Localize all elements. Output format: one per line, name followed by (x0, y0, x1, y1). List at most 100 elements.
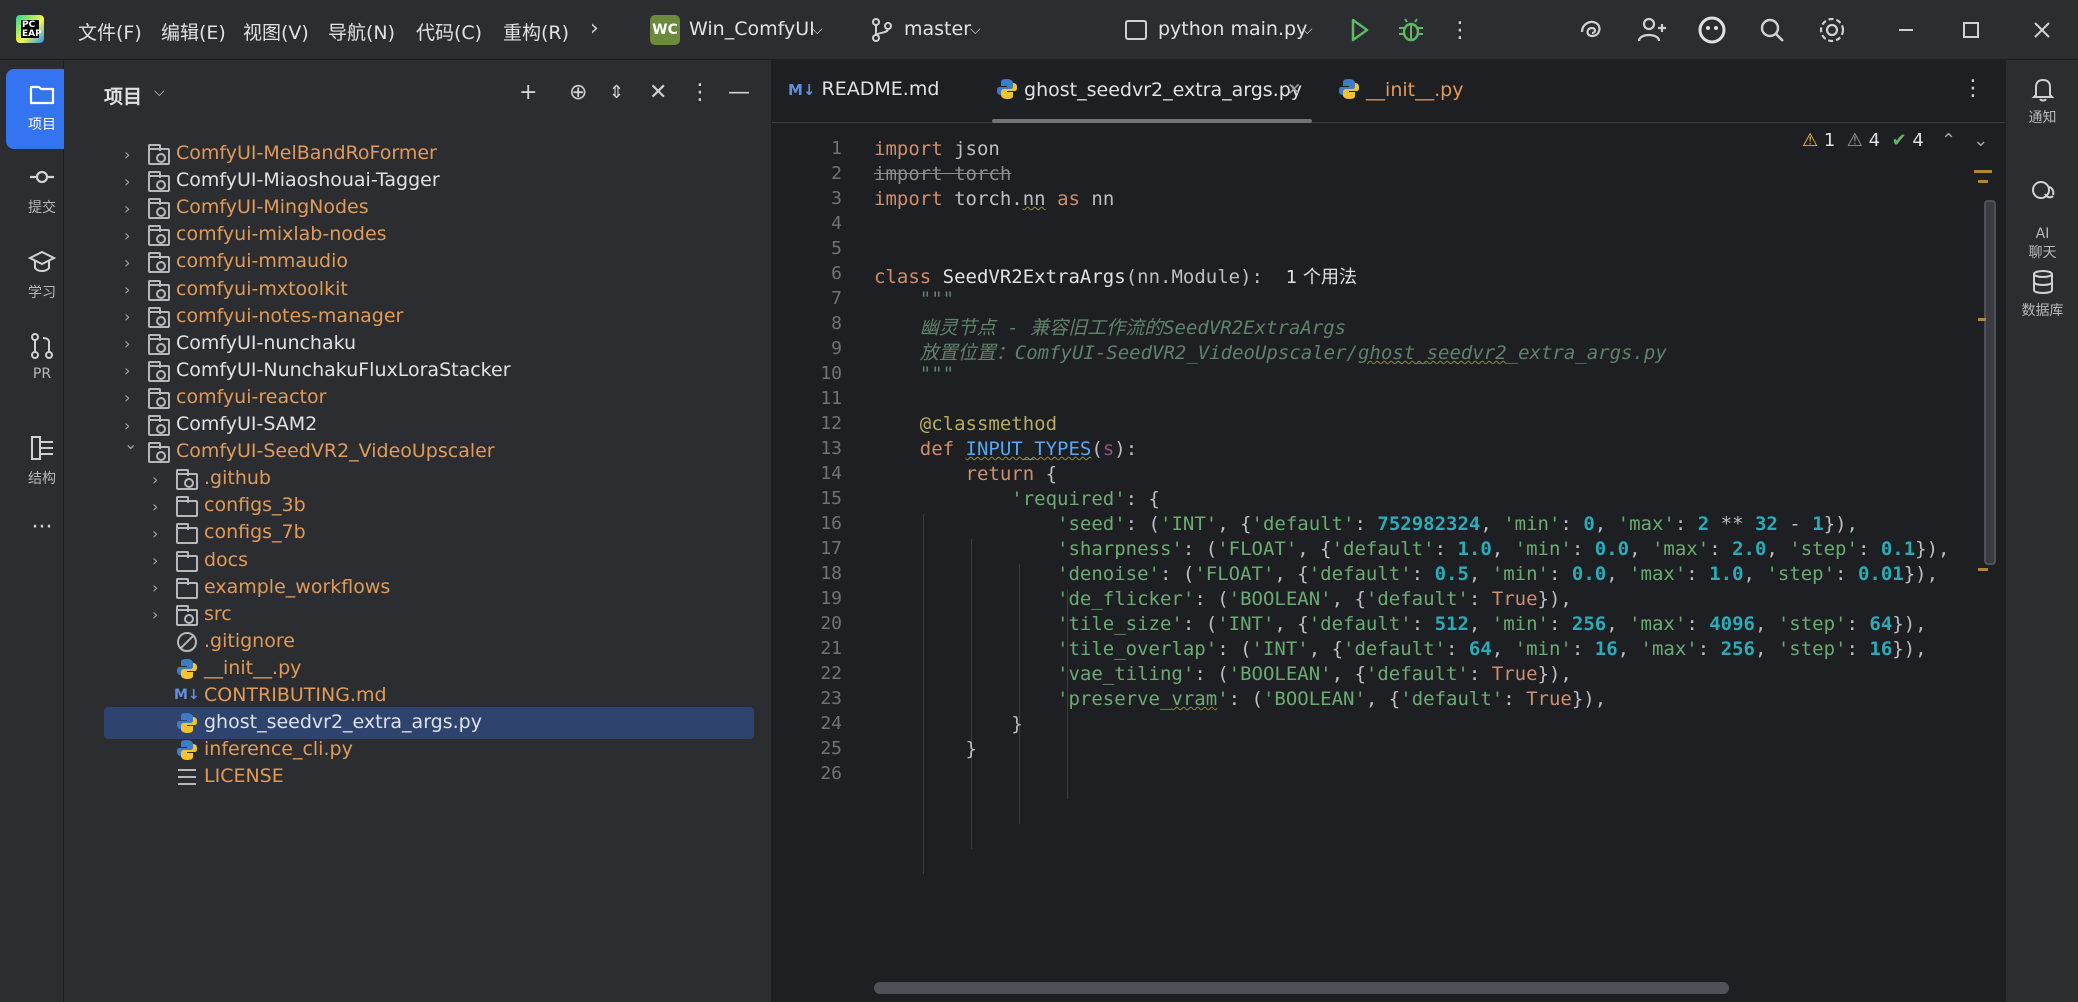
code-line-13: def INPUT_TYPES(s): (919, 438, 1138, 460)
menu-view[interactable]: 视图(V) (243, 18, 309, 45)
warning-marker[interactable] (1974, 170, 1992, 173)
ai-chat-icon (2031, 181, 2054, 199)
close-icon[interactable] (2026, 14, 2058, 46)
chevron-down-icon[interactable]: ⌄ (124, 434, 137, 453)
usage-hint[interactable]: 1 个用法 (1286, 267, 1357, 288)
hide-panel-icon[interactable]: — (728, 80, 750, 105)
more-menus-chevron-icon[interactable]: › (590, 16, 599, 41)
line-number: 20 (820, 613, 842, 634)
tree-item-label: src (204, 602, 232, 625)
code-with-me-icon[interactable] (1576, 14, 1608, 46)
warning-marker[interactable] (1978, 568, 1988, 571)
chevron-down-icon[interactable]: ⌵ (1302, 22, 1313, 38)
chevron-right-icon[interactable]: › (124, 253, 130, 272)
tab-init[interactable]: __init__.py (1338, 78, 1463, 101)
chevron-right-icon[interactable]: › (124, 334, 130, 353)
chevron-right-icon[interactable]: › (124, 416, 130, 435)
chevron-right-icon[interactable]: › (124, 199, 130, 218)
line-number: 7 (831, 288, 842, 309)
more-vertical-icon[interactable]: ⋮ (689, 80, 711, 105)
code-line-15: 'required': { (1011, 488, 1160, 510)
minimize-icon[interactable] (1890, 14, 1922, 46)
menu-file[interactable]: 文件(F) (78, 18, 142, 45)
more-vertical-icon[interactable]: ⋮ (1962, 76, 1984, 101)
folder-icon (176, 496, 198, 518)
horizontal-scrollbar[interactable] (874, 982, 1729, 994)
menu-edit[interactable]: 编辑(E) (161, 18, 226, 45)
chevron-down-icon[interactable]: ⌵ (970, 22, 981, 38)
tab-readme-label: README.md (821, 78, 940, 100)
folder-icon (176, 523, 198, 545)
chevron-right-icon[interactable]: › (124, 280, 130, 299)
warning-marker[interactable] (1978, 180, 1988, 183)
tool-ai-chat[interactable]: AI 聊天 (2006, 162, 2078, 262)
branch-name[interactable]: master (904, 18, 971, 40)
maximize-icon[interactable] (1955, 14, 1987, 46)
branch-icon[interactable] (870, 17, 894, 43)
project-badge[interactable]: WC (650, 15, 680, 45)
chevron-right-icon[interactable]: › (152, 578, 158, 597)
run-icon[interactable] (1343, 14, 1375, 46)
chevron-right-icon[interactable]: › (152, 524, 158, 543)
pycharm-logo-icon[interactable]: PC EAP (16, 15, 44, 43)
chevron-right-icon[interactable]: › (124, 145, 130, 164)
tool-database[interactable]: 数据库 (2006, 268, 2078, 320)
line-number: 3 (831, 188, 842, 209)
code-area[interactable]: import json import torch import torch.nn… (874, 124, 1994, 1002)
chevron-right-icon[interactable]: › (152, 497, 158, 516)
code-line-24: } (874, 713, 1023, 735)
chevron-right-icon[interactable]: › (124, 388, 130, 407)
run-config-name[interactable]: python main.py (1158, 18, 1307, 40)
tool-notifications[interactable]: 通知 (2006, 75, 2078, 127)
warning-marker[interactable] (1978, 318, 1986, 321)
search-icon[interactable] (1756, 14, 1788, 46)
tool-notifications-label: 通知 (2028, 110, 2057, 126)
project-name[interactable]: Win_ComfyUI (689, 18, 815, 40)
panel-title[interactable]: 项目 (104, 82, 142, 109)
more-vertical-icon[interactable]: ⋮ (1444, 14, 1476, 46)
chevron-right-icon[interactable]: › (124, 361, 130, 380)
line-number: 11 (820, 388, 842, 409)
folder-icon (148, 387, 170, 409)
chevron-down-icon[interactable]: ⌵ (154, 84, 165, 100)
line-number: 26 (820, 763, 842, 784)
debug-icon[interactable] (1395, 14, 1427, 46)
python-icon (997, 79, 1017, 99)
tool-pr-label: PR (32, 366, 52, 382)
chevron-right-icon[interactable]: › (124, 172, 130, 191)
chevron-right-icon[interactable]: › (124, 307, 130, 326)
code-line-19: 'de_flicker': ('BOOLEAN', {'default': Tr… (1057, 588, 1572, 610)
menu-navigate[interactable]: 导航(N) (328, 18, 395, 45)
python-icon (1339, 79, 1359, 99)
menu-refactor[interactable]: 重构(R) (503, 18, 569, 45)
run-config-icon[interactable] (1125, 20, 1147, 40)
title-bar: PC EAP 文件(F) 编辑(E) 视图(V) 导航(N) 代码(C) 重构(R… (0, 0, 2078, 60)
collapse-all-icon[interactable]: ✕ (649, 80, 667, 105)
left-tool-strip: 项目 提交 学习 PR 结构 ··· (0, 60, 78, 1002)
locate-file-icon[interactable]: ⊕ (569, 80, 587, 105)
tab-readme[interactable]: M↓ README.md (788, 78, 939, 100)
folder-icon (176, 604, 198, 626)
code-line-3: import torch.nn as nn (874, 188, 1115, 210)
expand-all-icon[interactable]: ⇕ (609, 82, 624, 103)
settings-gear-icon[interactable] (1816, 14, 1848, 46)
line-number: 18 (820, 563, 842, 584)
editor-scrollbar[interactable] (1984, 200, 1996, 565)
folder-icon (148, 198, 170, 220)
tab-ghost-seedvr2-extra-args[interactable]: ghost_seedvr2_extra_args.py (996, 78, 1302, 101)
bell-icon (2031, 78, 2054, 102)
chevron-right-icon[interactable]: › (152, 470, 158, 489)
chevron-right-icon[interactable]: › (124, 226, 130, 245)
ai-assistant-icon[interactable] (1696, 14, 1728, 46)
chevron-down-icon[interactable]: ⌵ (812, 22, 823, 38)
chevron-right-icon[interactable]: › (152, 551, 158, 570)
add-user-icon[interactable] (1636, 14, 1668, 46)
close-tab-icon[interactable]: ✕ (1287, 80, 1301, 100)
markdown-icon: M↓ (174, 687, 200, 703)
menu-code[interactable]: 代码(C) (416, 18, 482, 45)
code-line-23: 'preserve_vram': ('BOOLEAN', {'default':… (1057, 688, 1607, 710)
chevron-right-icon[interactable]: › (152, 605, 158, 624)
new-file-icon[interactable]: + (519, 80, 537, 105)
tree-item[interactable]: LICENSE (104, 761, 754, 793)
line-number: 15 (820, 488, 842, 509)
